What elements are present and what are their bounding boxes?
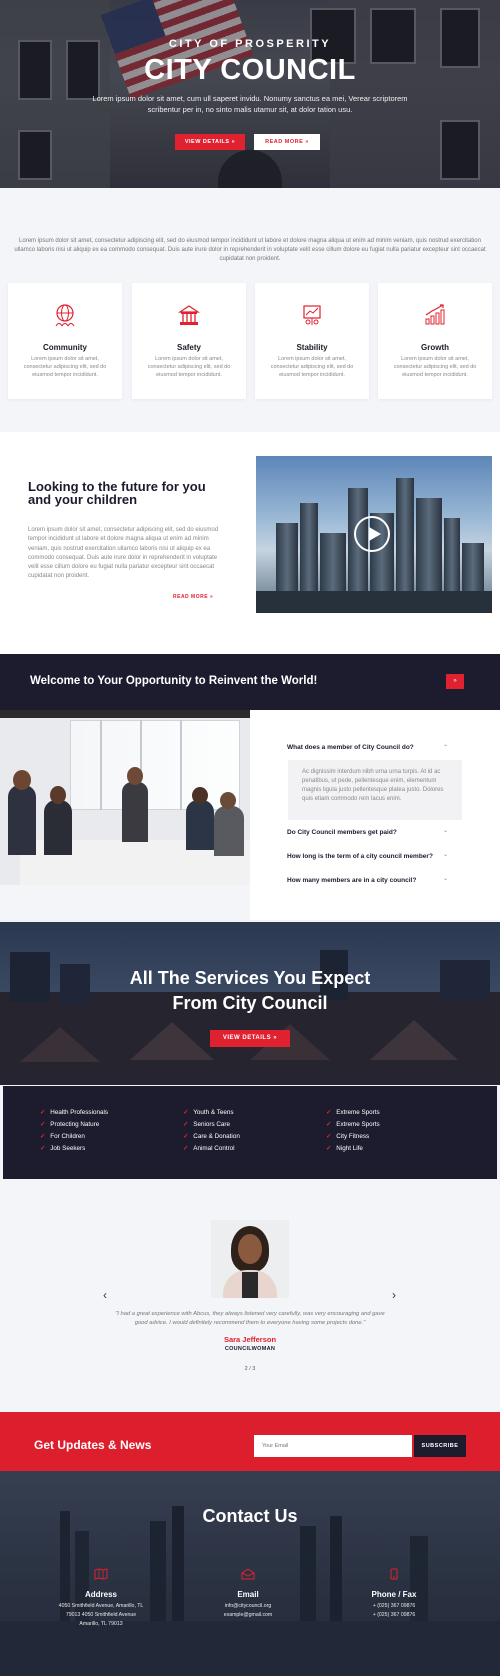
hero-title: CITY COUNCIL: [144, 54, 356, 86]
contact-fax-number[interactable]: + (025) 367 09876: [324, 1611, 464, 1619]
contact-email-link[interactable]: example@gmail.com: [178, 1611, 318, 1619]
feature-card-growth[interactable]: Growth Lorem ipsum dolor sit amet, conse…: [378, 283, 492, 399]
welcome-title: Welcome to Your Opportunity to Reinvent …: [30, 675, 318, 687]
service-item[interactable]: ✓ Extreme Sports: [326, 1109, 380, 1116]
card-text: Lorem ipsum dolor sit amet, consectetur …: [393, 356, 477, 378]
service-item[interactable]: ✓ Care & Donation: [183, 1133, 240, 1140]
service-item[interactable]: ✓ Seniors Care: [183, 1121, 230, 1128]
council-meeting-image: [0, 710, 250, 885]
testimonial-pagination: 2 / 3: [244, 1366, 256, 1372]
read-more-button[interactable]: READ MORE »: [254, 134, 320, 150]
welcome-arrow-button[interactable]: »: [446, 674, 464, 689]
faq-question-3[interactable]: How long is the term of a city council m…: [287, 853, 457, 860]
services-title: All The Services You Expect From City Co…: [129, 968, 371, 1013]
service-item[interactable]: ✓ For Children: [40, 1133, 85, 1140]
service-item[interactable]: ✓ Animal Control: [183, 1145, 235, 1152]
card-text: Lorem ipsum dolor sit amet, consectetur …: [23, 356, 107, 378]
card-title: Stability: [296, 343, 328, 352]
intro-text: Lorem ipsum dolor sit amet, consectetur …: [14, 238, 486, 262]
feature-card-community[interactable]: Community Lorem ipsum dolor sit amet, co…: [8, 283, 122, 399]
faq-question-1[interactable]: What does a member of City Council do?: [287, 744, 457, 751]
testimonial-quote: "I had a great experience with Abcus, th…: [115, 1311, 385, 1326]
faq-question-4[interactable]: How many members are in a city council?: [287, 877, 457, 884]
email-field[interactable]: [254, 1435, 412, 1457]
contact-phone-heading: Phone / Fax: [371, 1590, 417, 1599]
contact-address-line: 4050 Smithfield Avenue, Amarillo, TL: [58, 1603, 144, 1609]
globe-people-icon: [55, 304, 75, 327]
chevron-down-icon[interactable]: ⌄: [443, 827, 448, 834]
contact-email-heading: Email: [237, 1590, 259, 1599]
testimonial-name: Sara Jefferson: [223, 1335, 277, 1344]
presentation-board-icon: [303, 305, 321, 325]
card-title: Safety: [176, 343, 201, 352]
chevron-down-icon[interactable]: ⌄: [443, 875, 448, 882]
next-arrow-icon[interactable]: ›: [392, 1288, 396, 1302]
faq-question-2[interactable]: Do City Council members get paid?: [287, 829, 457, 836]
phone-icon: [390, 1568, 398, 1580]
contact-address-heading: Address: [84, 1590, 117, 1599]
contact-address-line: Amarillo, TL 79013: [79, 1621, 123, 1627]
contact-title: Contact Us: [202, 1506, 298, 1526]
growth-chart-icon: [425, 304, 445, 325]
map-icon: [94, 1568, 108, 1580]
future-title: Looking to the future for you and your c…: [28, 479, 206, 507]
card-title: Growth: [421, 343, 449, 352]
newsletter-title: Get Updates & News: [34, 1438, 152, 1452]
future-read-more-link[interactable]: READ MORE »: [173, 594, 213, 600]
service-item[interactable]: ✓ Youth & Teens: [183, 1109, 234, 1116]
service-item[interactable]: ✓ Protecting Nature: [40, 1121, 99, 1128]
services-view-details-button[interactable]: VIEW DETAILS »: [210, 1030, 290, 1047]
testimonial-role: COUNCILWOMAN: [224, 1346, 276, 1352]
contact-address-line: 79013 4050 Smithfield Avenue: [65, 1612, 137, 1618]
contact-email-link[interactable]: info@citycouncil.org: [178, 1602, 318, 1610]
contact-phone-number[interactable]: + (025) 367 09876: [324, 1602, 464, 1610]
prev-arrow-icon[interactable]: ‹: [103, 1288, 107, 1302]
service-item[interactable]: ✓ Job Seekers: [40, 1145, 85, 1152]
service-item[interactable]: ✓ Night Life: [326, 1145, 363, 1152]
play-icon[interactable]: [354, 516, 390, 552]
testimonial-avatar: [211, 1220, 289, 1298]
hero-subtitle: CITY OF PROSPERITY: [168, 38, 332, 50]
future-text: Lorem ipsum dolor sit amet, consectetur …: [28, 527, 219, 580]
faq-answer: Ac dignissim interdum nibh urna urna tur…: [288, 760, 462, 820]
chevron-up-icon[interactable]: ⌃: [443, 744, 448, 751]
service-item[interactable]: ✓ Extreme Sports: [326, 1121, 380, 1128]
government-building-icon: [178, 305, 200, 325]
city-skyline-video[interactable]: [256, 456, 492, 613]
view-details-button[interactable]: VIEW DETAILS »: [175, 134, 245, 150]
service-item[interactable]: ✓ Health Professionals: [40, 1109, 108, 1116]
card-text: Lorem ipsum dolor sit amet, consectetur …: [270, 356, 354, 378]
card-text: Lorem ipsum dolor sit amet, consectetur …: [147, 356, 231, 378]
subscribe-button[interactable]: SUBSCRIBE: [414, 1435, 466, 1457]
chevron-down-icon[interactable]: ⌄: [443, 851, 448, 858]
email-icon: [241, 1568, 255, 1580]
feature-card-stability[interactable]: Stability Lorem ipsum dolor sit amet, co…: [255, 283, 369, 399]
card-title: Community: [43, 343, 87, 352]
hero-text: Lorem ipsum dolor sit amet, cum ull sape…: [92, 94, 408, 114]
feature-card-safety[interactable]: Safety Lorem ipsum dolor sit amet, conse…: [132, 283, 246, 399]
service-item[interactable]: ✓ City Fitness: [326, 1133, 369, 1140]
